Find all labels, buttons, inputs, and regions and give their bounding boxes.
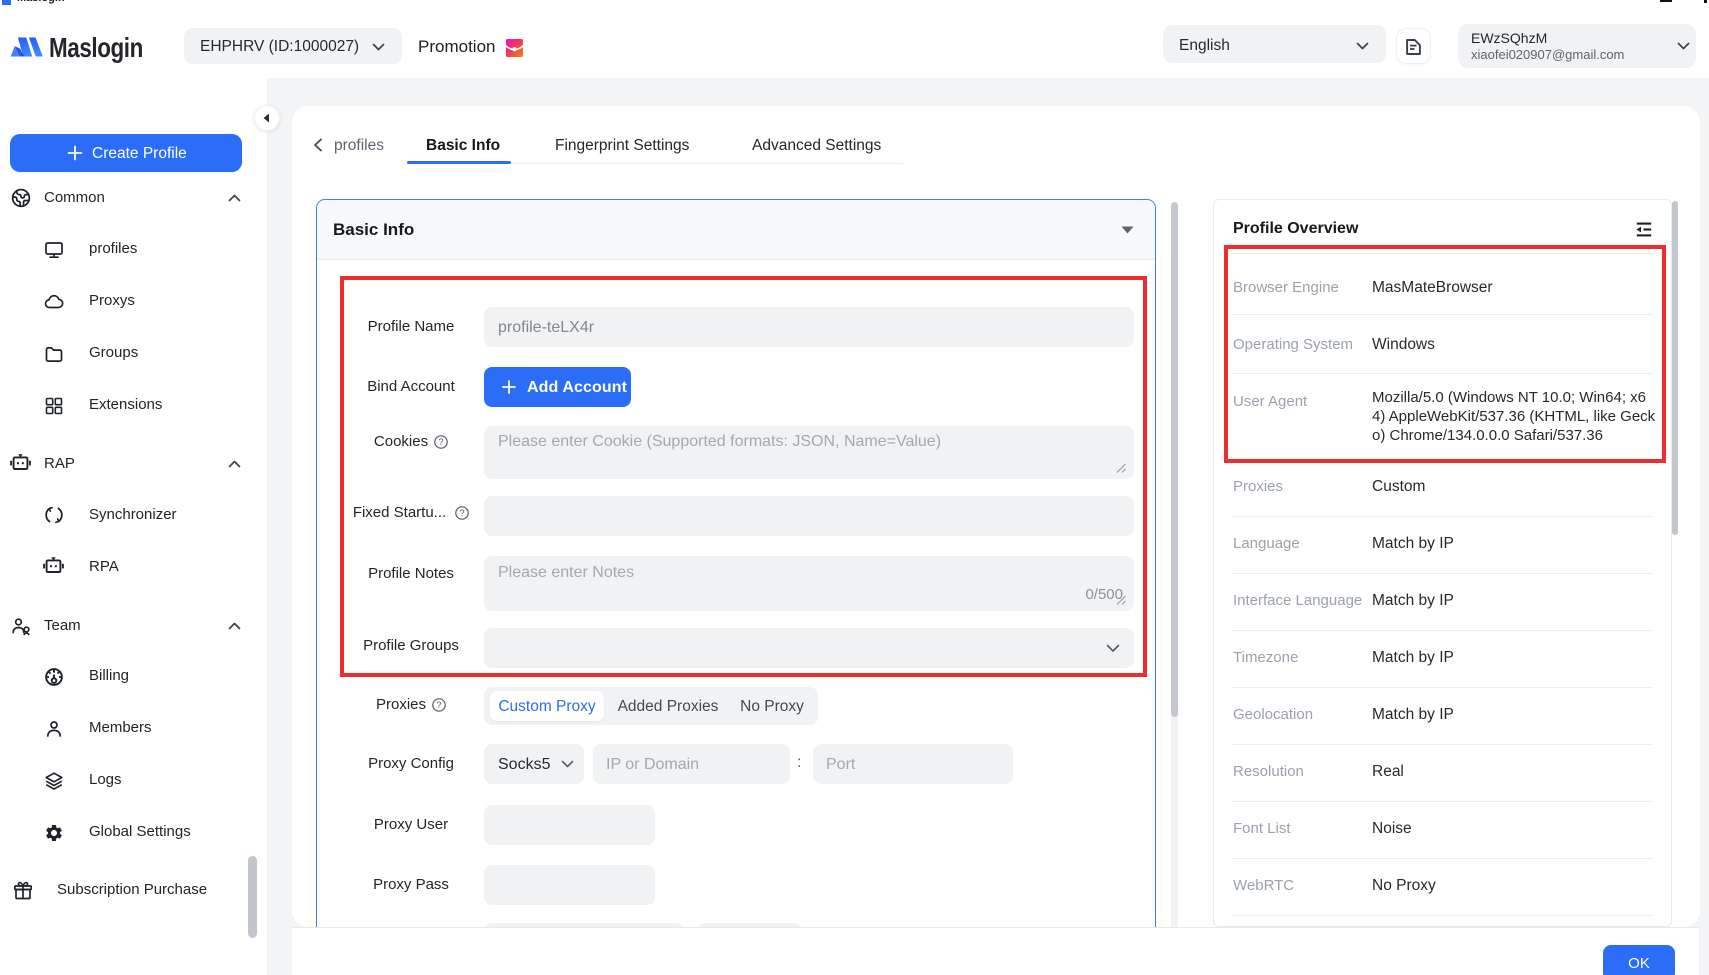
svg-text:?: ?: [437, 700, 442, 710]
